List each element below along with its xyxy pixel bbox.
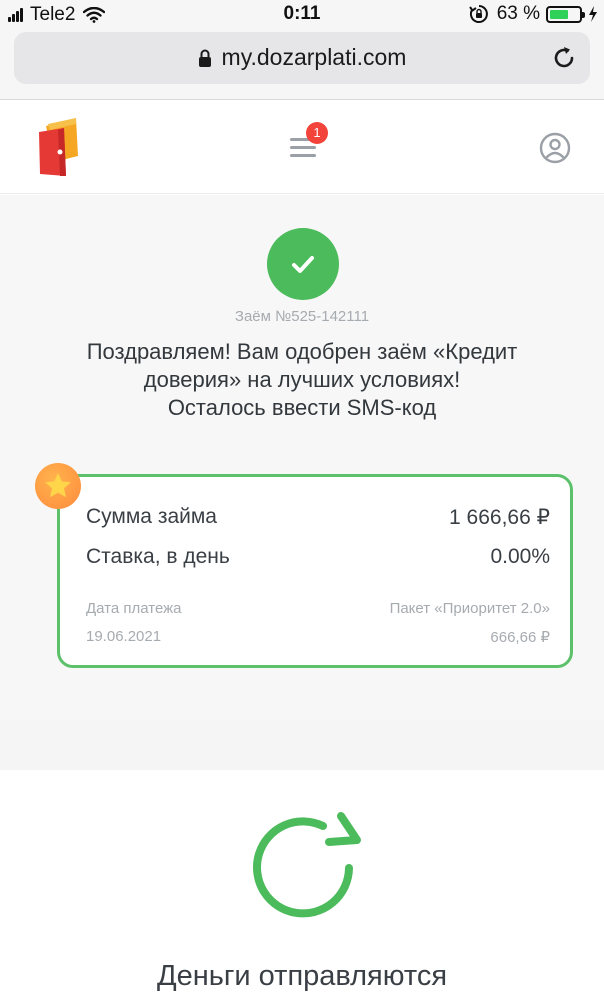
- site-header: 1: [0, 100, 604, 194]
- package-value: 666,66 ₽: [490, 629, 550, 646]
- reload-icon[interactable]: [550, 44, 578, 72]
- profile-icon[interactable]: [539, 132, 571, 164]
- loan-amount-row: Сумма займа 1 666,66 ₽: [86, 505, 550, 530]
- payment-date-value: 19.06.2021: [86, 628, 162, 645]
- rate-value: 0.00%: [490, 545, 550, 568]
- money-sending-status: Деньги отправляются: [156, 960, 448, 992]
- charging-bolt-icon: [589, 6, 597, 22]
- loading-refresh-icon: [253, 812, 361, 918]
- details-labels-row: Дата платежа Пакет «Приоритет 2.0»: [86, 600, 550, 617]
- loan-amount-value: 1 666,66 ₽: [449, 506, 550, 529]
- address-bar[interactable]: my.dozarplati.com: [14, 32, 590, 84]
- details-values-row: 19.06.2021 666,66 ₽: [86, 628, 550, 646]
- star-icon: [35, 463, 81, 509]
- loan-details-card: Сумма займа 1 666,66 ₽ Ставка, в день 0.…: [57, 474, 573, 668]
- status-bar: Tele2 0:11 63 %: [0, 0, 604, 28]
- approval-message: Поздравляем! Вам одобрен заём «Кредит до…: [40, 338, 564, 422]
- approval-message-line: Осталось ввести SMS-код: [167, 395, 437, 420]
- rate-label: Ставка, в день: [86, 545, 230, 568]
- battery-fill: [550, 9, 568, 19]
- package-label: Пакет «Приоритет 2.0»: [389, 600, 550, 617]
- url-text: my.dozarplati.com: [221, 44, 407, 70]
- success-check-icon: [267, 228, 339, 300]
- rate-row: Ставка, в день 0.00%: [86, 545, 550, 569]
- approval-message-line: Поздравляем! Вам одобрен заём «Кредит: [86, 339, 518, 364]
- notification-badge: 1: [306, 122, 328, 144]
- section-divider: [0, 720, 604, 770]
- menu-button[interactable]: 1: [286, 122, 328, 162]
- loan-number: Заём №525-142111: [234, 308, 370, 325]
- status-right: 63 %: [468, 3, 598, 25]
- wallet-logo-icon[interactable]: [36, 116, 82, 178]
- browser-toolbar: my.dozarplati.com: [0, 28, 604, 100]
- approval-message-line: доверия» на лучших условиях!: [143, 367, 461, 392]
- rotation-lock-icon: [468, 5, 488, 23]
- approval-section: Заём №525-142111 Поздравляем! Вам одобре…: [0, 195, 604, 720]
- battery-percent: 63 %: [496, 3, 540, 24]
- lock-icon: [198, 49, 211, 67]
- loan-amount-label: Сумма займа: [86, 505, 217, 528]
- payment-date-label: Дата платежа: [86, 600, 182, 617]
- battery-icon: [546, 5, 585, 23]
